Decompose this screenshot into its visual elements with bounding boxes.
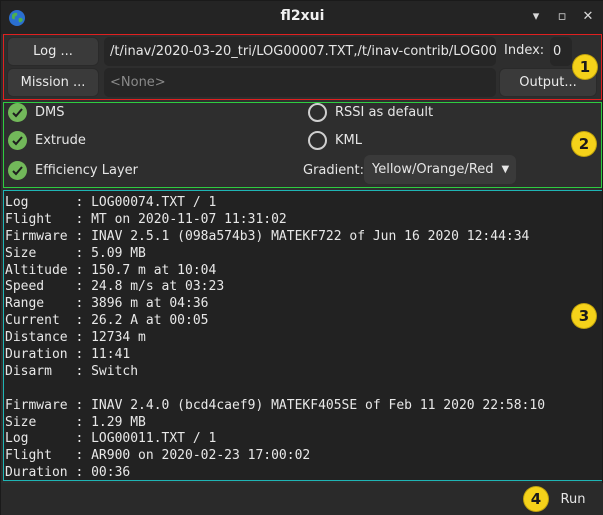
log-line: Size : 5.09 MB (5, 245, 146, 261)
gradient-value: Yellow/Orange/Red (372, 162, 494, 177)
app-window: fl2xui ▾ ▫ ✕ Log ... /t/inav/2020-03-20_… (0, 0, 603, 515)
mission-field[interactable]: <None> (104, 68, 496, 97)
radio-empty-icon (308, 131, 327, 150)
index-value: 0 (553, 44, 562, 59)
extrude-checkbox[interactable]: Extrude (8, 131, 86, 150)
kml-radio[interactable]: KML (308, 131, 362, 150)
checkmark-icon (8, 103, 27, 122)
index-spinbox[interactable]: 0 (550, 37, 572, 66)
log-line: Range : 3896 m at 04:36 (5, 296, 209, 312)
log-line: Duration : 00:36 (5, 465, 131, 480)
rssi-default-label: RSSI as default (335, 105, 434, 120)
gradient-select[interactable]: Yellow/Orange/Red ▼ (364, 155, 516, 184)
dms-checkbox[interactable]: DMS (8, 103, 64, 122)
log-scrollbar[interactable] (589, 197, 597, 477)
annotation-badge-2: 2 (572, 132, 596, 156)
annotation-badge-3: 3 (572, 304, 596, 328)
efficiency-layer-label: Efficiency Layer (35, 163, 138, 178)
log-line: Log : LOG00074.TXT / 1 (5, 195, 217, 210)
log-line: Duration : 11:41 (5, 347, 131, 363)
log-line: Speed : 24.8 m/s at 03:23 (5, 279, 225, 295)
efficiency-layer-checkbox[interactable]: Efficiency Layer (8, 161, 138, 180)
log-line: Size : 1.29 MB (5, 414, 146, 430)
dropdown-arrow-icon: ▼ (501, 164, 510, 175)
radio-empty-icon (308, 103, 327, 122)
log-files-field[interactable]: /t/inav/2020-03-20_tri/LOG00007.TXT,/t/i… (104, 37, 496, 66)
log-line: Flight : AR900 on 2020-02-23 17:00:02 (5, 448, 311, 464)
annotation-badge-4: 4 (524, 487, 548, 511)
log-line: Firmware : INAV 2.5.1 (098a574b3) MATEKF… (5, 228, 530, 244)
log-line: Disarm : Switch (5, 363, 139, 379)
log-line: Distance : 12734 m (5, 330, 146, 346)
footer-bar (1, 483, 603, 515)
log-line: Log : LOG00011.TXT / 1 (5, 431, 217, 447)
log-line: Firmware : INAV 2.4.0 (bcd4caef9) MATEKF… (5, 397, 546, 413)
mission-button[interactable]: Mission ... (7, 68, 99, 97)
annotation-badge-1: 1 (573, 55, 597, 79)
window-title: fl2xui (280, 8, 325, 24)
close-icon[interactable]: ✕ (580, 9, 596, 25)
log-line: Current : 26.2 A at 00:05 (5, 313, 209, 329)
extrude-label: Extrude (35, 133, 86, 148)
maximize-icon[interactable]: ▫ (554, 9, 570, 25)
log-line: Flight : MT on 2020-11-07 11:31:02 (5, 211, 287, 227)
rssi-default-radio[interactable]: RSSI as default (308, 103, 433, 122)
log-files-value: /t/inav/2020-03-20_tri/LOG00007.TXT,/t/i… (110, 44, 496, 59)
index-label: Index: (504, 43, 545, 58)
checkmark-icon (8, 161, 27, 180)
kml-label: KML (335, 133, 362, 148)
title-bar: fl2xui ▾ ▫ ✕ (1, 1, 603, 34)
run-button[interactable]: Run (553, 490, 593, 510)
dms-label: DMS (35, 105, 65, 120)
log-output[interactable]: Log : LOG00074.TXT / 1 Flight : MT on 202… (4, 191, 602, 480)
log-line: Altitude : 150.7 m at 10:04 (5, 262, 217, 278)
gradient-label: Gradient: (303, 163, 364, 178)
log-button[interactable]: Log ... (7, 37, 99, 66)
minimize-icon[interactable]: ▾ (528, 9, 544, 25)
checkmark-icon (8, 131, 27, 150)
